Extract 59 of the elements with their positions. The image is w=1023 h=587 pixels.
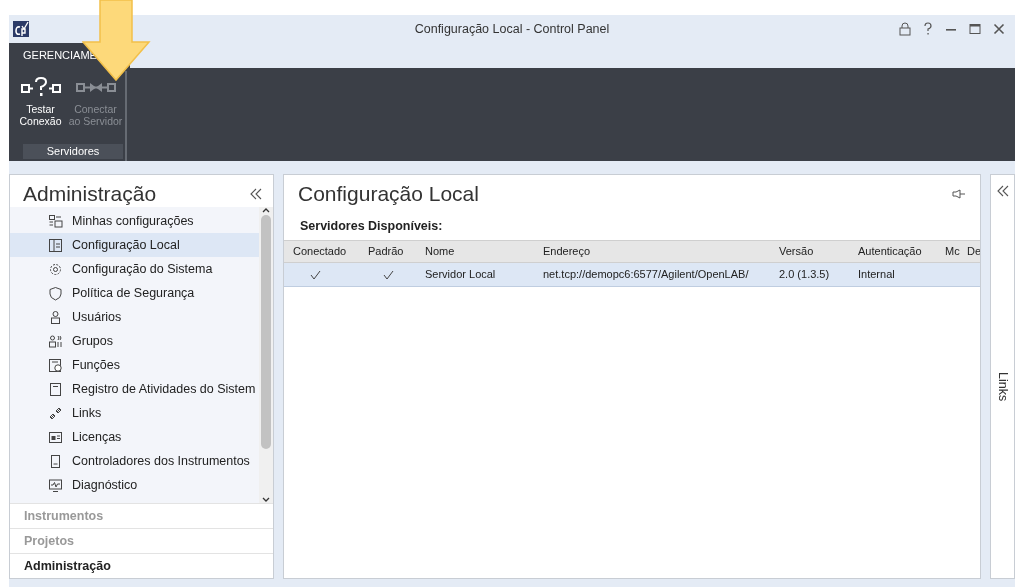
scrollbar[interactable] xyxy=(259,207,273,503)
scroll-down-icon[interactable] xyxy=(262,497,270,503)
expand-icon[interactable] xyxy=(995,185,1010,197)
page-title: Configuração Local xyxy=(298,181,479,207)
column-header[interactable]: Padrão xyxy=(359,240,416,262)
column-header[interactable]: Versão xyxy=(770,240,849,262)
column-header[interactable]: De xyxy=(964,240,980,262)
nav-item[interactable]: Usuários xyxy=(10,305,259,329)
device-icon xyxy=(48,453,63,469)
maximize-icon[interactable] xyxy=(969,22,981,35)
nav-item[interactable]: Diagnóstico xyxy=(10,473,259,497)
nav-item[interactable]: Configuração do Sistema xyxy=(10,257,259,281)
nav-item[interactable]: Minhas configurações xyxy=(10,209,259,233)
panel-title: Administração xyxy=(23,181,157,207)
nav-item[interactable]: Links xyxy=(10,401,259,425)
close-icon[interactable] xyxy=(993,22,1005,35)
role-icon xyxy=(48,357,63,373)
group-label: Servidores xyxy=(23,144,123,159)
nav-item[interactable]: Política de Segurança xyxy=(10,281,259,305)
table-cell-text: Internal xyxy=(857,266,896,282)
ribbon-button[interactable]: Testar Conexão xyxy=(13,70,68,144)
column-header[interactable]: Mc xyxy=(936,240,964,262)
nav-item[interactable]: Registro de Atividades do Sistem xyxy=(10,377,259,401)
nav-item[interactable]: Grupos xyxy=(10,329,259,353)
nav-item[interactable]: Licenças xyxy=(10,425,259,449)
settings-icon xyxy=(48,261,63,277)
column-header[interactable]: Autenticação xyxy=(849,240,936,262)
table-cell-text: net.tcp://demopc6:6577/Agilent/OpenLAB/ xyxy=(542,266,750,282)
column-header[interactable]: Nome xyxy=(416,240,534,262)
monitor-icon xyxy=(48,477,63,493)
document-icon xyxy=(48,381,63,397)
lock-icon[interactable] xyxy=(899,21,911,36)
nav-item[interactable]: Funções xyxy=(10,353,259,377)
panel-icon xyxy=(48,237,63,253)
column-header[interactable]: Conectado xyxy=(284,240,359,262)
license-icon xyxy=(48,429,63,445)
settings-list-icon xyxy=(48,213,63,229)
user-icon xyxy=(48,309,63,325)
connection-test-icon xyxy=(20,76,61,97)
shield-icon xyxy=(48,285,63,301)
links-tab[interactable]: Links xyxy=(993,372,1012,402)
table-cell-text: Servidor Local xyxy=(424,266,497,282)
nav-item[interactable]: Configuração Local xyxy=(10,233,259,257)
app-logo-icon xyxy=(13,20,29,37)
window-title: Configuração Local - Control Panel xyxy=(414,20,610,38)
help-icon[interactable] xyxy=(923,21,933,36)
column-header[interactable]: Endereço xyxy=(534,240,770,262)
table-cell-text: 2.0 (1.3.5) xyxy=(778,266,831,282)
users-icon xyxy=(48,333,63,349)
collapse-icon[interactable] xyxy=(249,188,263,200)
pin-icon[interactable] xyxy=(952,189,966,199)
link-icon xyxy=(48,405,63,421)
check-icon xyxy=(310,269,321,280)
section-heading: Servidores Disponíveis: xyxy=(299,218,444,235)
nav-item[interactable]: Controladores dos Instrumentos xyxy=(10,449,259,473)
section-tab[interactable]: Administração xyxy=(10,553,273,578)
check-icon xyxy=(383,269,394,280)
scroll-up-icon[interactable] xyxy=(262,207,270,213)
table-row[interactable]: Servidor Local net.tcp://demopc6:6577/Agilent/OpenLAB/ 2.0 (1.3.5) Internal xyxy=(284,262,980,287)
